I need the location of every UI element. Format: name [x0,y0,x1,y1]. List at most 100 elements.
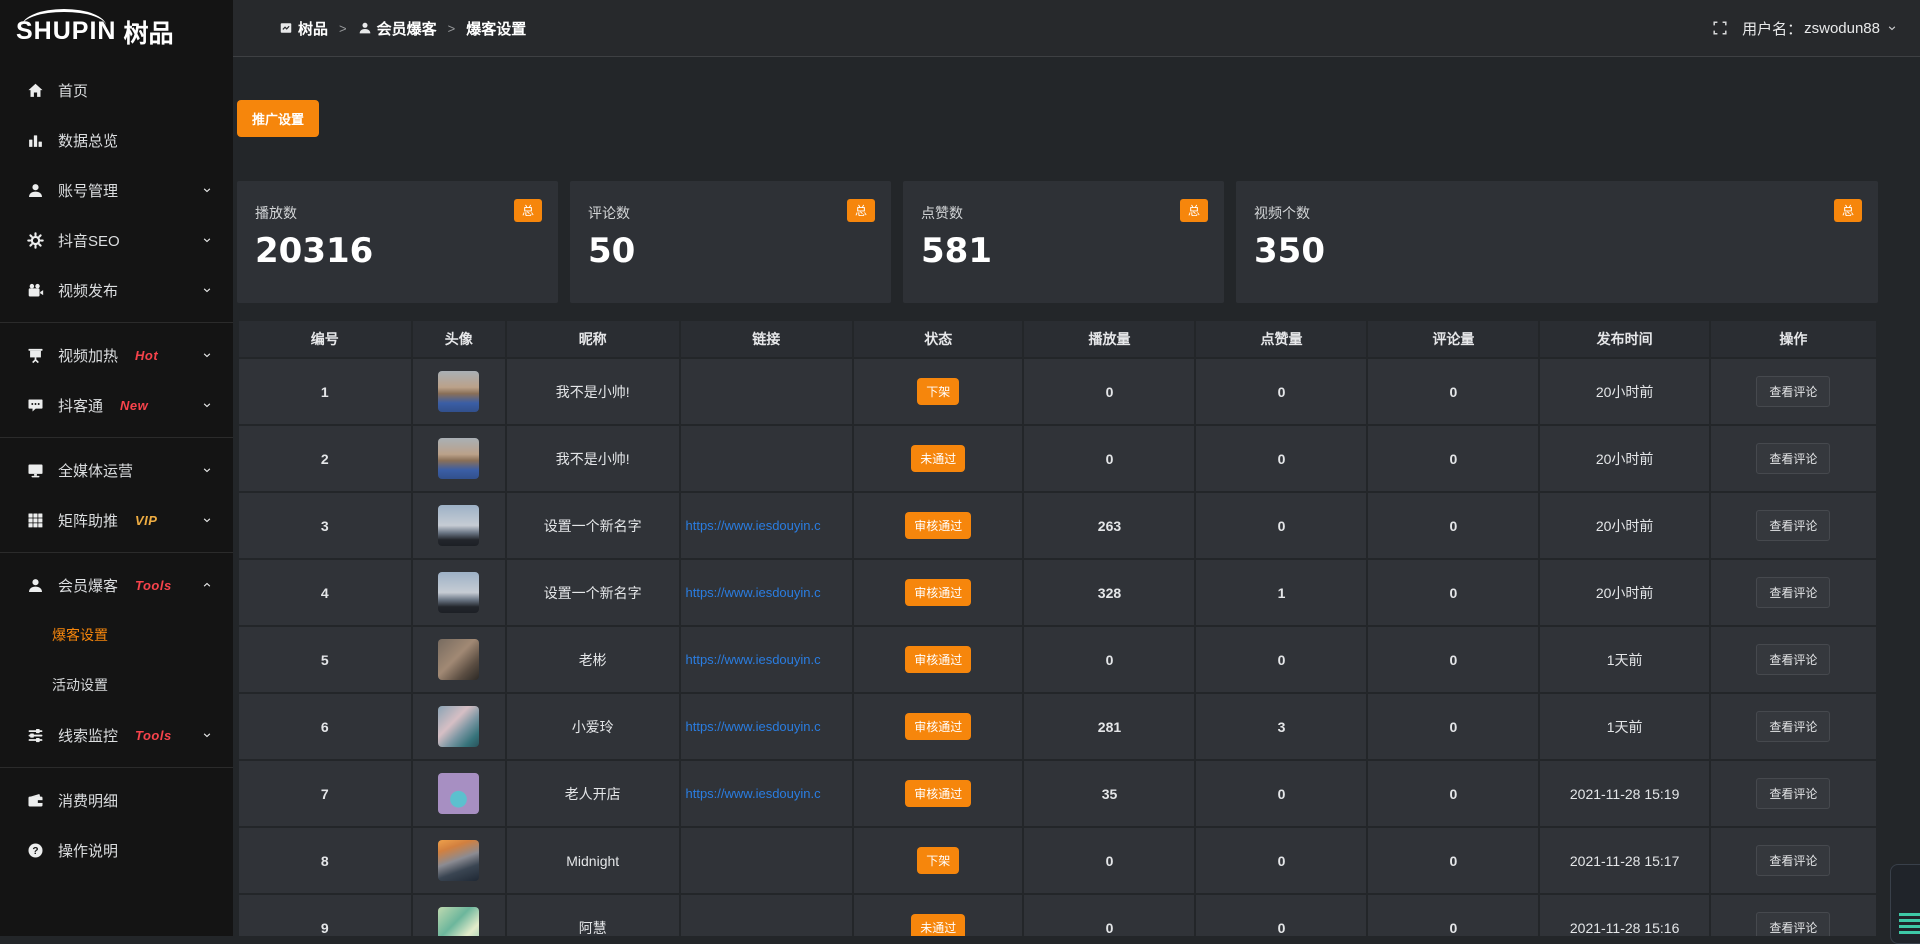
cell-avatar [413,895,505,936]
username-label: 用户名： [1742,18,1802,39]
sidebar-item-matrix-boost[interactable]: 矩阵助推VIP [0,495,233,545]
dashboard-icon [279,21,293,35]
sidebar-item-consume-detail[interactable]: 消费明细 [0,775,233,825]
sidebar-item-tag: Tools [135,728,172,743]
sidebar-item-account[interactable]: 账号管理 [0,165,233,215]
breadcrumb-item-baoke-settings: 爆客设置 [466,18,526,39]
status-badge: 未通过 [911,445,965,472]
cell-action: 查看评论 [1711,627,1876,692]
grid-icon [27,512,44,529]
avatar [438,840,479,881]
chevron-down-icon [201,234,213,246]
sidebar-item-help[interactable]: ?操作说明 [0,825,233,875]
status-badge: 下架 [917,847,959,874]
stat-card-plays: 播放数20316总 [237,181,558,303]
sidebar-item-douketong[interactable]: 抖客通New [0,380,233,430]
sidebar-divider [0,552,233,553]
sidebar-divider [0,437,233,438]
view-comments-button[interactable]: 查看评论 [1756,778,1830,809]
cell-link [681,828,853,893]
cell-id: 3 [239,493,411,558]
sidebar-item-tag: Hot [135,348,158,363]
cell-id: 6 [239,694,411,759]
chevron-down-icon [201,729,213,741]
cell-nickname: 设置一个新名字 [507,493,679,558]
cell-avatar [413,761,505,826]
sidebar-item-clue-monitor[interactable]: 线索监控 Tools [0,710,233,760]
sidebar-item-label: 线索监控 [58,725,118,746]
column-header: 头像 [413,321,505,357]
status-badge: 未通过 [911,914,965,936]
cell-action: 查看评论 [1711,761,1876,826]
cell-id: 2 [239,426,411,491]
sidebar-item-label: 视频发布 [58,280,118,301]
sidebar-item-tag: VIP [135,513,157,528]
video-link[interactable]: https://www.iesdouyin.c [685,719,849,734]
breadcrumb-item-shupin[interactable]: 树品 [279,18,328,39]
cell-publish-time: 1天前 [1540,627,1708,692]
column-header: 昵称 [507,321,679,357]
cell-publish-time: 1天前 [1540,694,1708,759]
svg-text:?: ? [32,845,38,856]
table-row: 8Midnight下架0002021-11-28 15:17查看评论 [239,828,1876,893]
view-comments-button[interactable]: 查看评论 [1756,711,1830,742]
breadcrumb-item-member-baoke[interactable]: 会员爆客 [358,18,437,39]
video-link[interactable]: https://www.iesdouyin.c [685,585,849,600]
cell-publish-time: 20小时前 [1540,426,1708,491]
sidebar-item-douyin-seo[interactable]: 抖音SEO [0,215,233,265]
view-comments-button[interactable]: 查看评论 [1756,577,1830,608]
video-link[interactable]: https://www.iesdouyin.c [685,518,849,533]
sidebar-subitem-baoke-settings[interactable]: 爆客设置 [0,610,233,660]
stat-value: 50 [588,231,873,271]
floating-widget[interactable] [1890,864,1920,944]
cell-comments: 0 [1368,895,1538,936]
view-comments-button[interactable]: 查看评论 [1756,376,1830,407]
sidebar-item-home[interactable]: 首页 [0,65,233,115]
stat-value: 581 [921,231,1206,271]
cell-link [681,895,853,936]
sidebar-item-video-publish[interactable]: 视频发布 [0,265,233,315]
sidebar-item-member-baoke[interactable]: 会员爆客Tools [0,560,233,610]
sidebar-item-label: 会员爆客 [58,575,118,596]
cell-publish-time: 2021-11-28 15:16 [1540,895,1708,936]
person-icon [358,21,372,35]
breadcrumb-separator: > [339,21,347,36]
sliders-icon [27,727,44,744]
cell-status: 审核通过 [854,761,1022,826]
view-comments-button[interactable]: 查看评论 [1756,845,1830,876]
chevron-down-icon [201,349,213,361]
view-comments-button[interactable]: 查看评论 [1756,912,1830,936]
sidebar-item-video-heat[interactable]: 视频加热Hot [0,330,233,380]
cell-likes: 0 [1196,426,1366,491]
logo-text-cn: 树品 [123,8,173,50]
sidebar-item-overview[interactable]: 数据总览 [0,115,233,165]
view-comments-button[interactable]: 查看评论 [1756,644,1830,675]
chevron-down-icon [1886,22,1898,34]
sidebar-item-label: 首页 [58,80,88,101]
chevron-down-icon [201,184,213,196]
home-icon [27,82,44,99]
view-comments-button[interactable]: 查看评论 [1756,443,1830,474]
fullscreen-icon[interactable] [1712,20,1728,36]
fullscreen-icon [1712,20,1728,36]
cell-status: 下架 [854,828,1022,893]
cell-action: 查看评论 [1711,493,1876,558]
sidebar-subitem-activity-settings[interactable]: 活动设置 [0,660,233,710]
cell-likes: 0 [1196,761,1366,826]
video-link[interactable]: https://www.iesdouyin.c [685,786,849,801]
column-header: 播放量 [1024,321,1194,357]
user-menu[interactable]: 用户名： zswodun88 [1742,18,1898,39]
cell-id: 7 [239,761,411,826]
chevron-down-icon [201,399,213,411]
breadcrumb: 树品>会员爆客>爆客设置 [279,18,526,39]
cell-status: 审核通过 [854,493,1022,558]
sidebar-item-media-ops[interactable]: 全媒体运营 [0,445,233,495]
cell-avatar [413,627,505,692]
view-comments-button[interactable]: 查看评论 [1756,510,1830,541]
video-link[interactable]: https://www.iesdouyin.c [685,652,849,667]
promo-settings-button[interactable]: 推广设置 [237,100,319,137]
main-content: 推广设置 播放数20316总评论数50总点赞数581总视频个数350总 编号头像… [233,57,1920,936]
total-badge: 总 [1180,199,1208,222]
status-badge: 审核通过 [905,512,971,539]
cell-avatar [413,493,505,558]
